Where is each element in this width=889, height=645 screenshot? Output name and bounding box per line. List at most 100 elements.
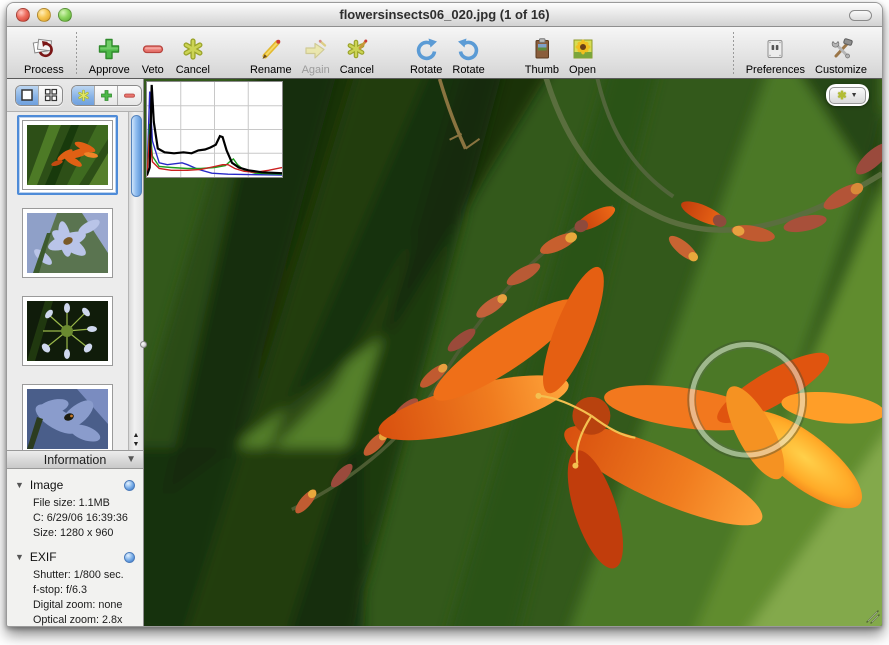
toolbar-button-cancel-edit[interactable]: Cancel (335, 35, 379, 76)
toolbar-label: Preferences (746, 64, 805, 76)
toolbar-button-rotate-cw[interactable]: Rotate (405, 35, 447, 76)
zoom-button[interactable] (58, 8, 72, 22)
traffic-lights (16, 8, 72, 22)
dropdown-button[interactable]: ✱ ▼ (829, 87, 866, 104)
thumbnail-item-1[interactable] (17, 115, 118, 195)
collapse-panel-icon[interactable]: ▼ (126, 454, 136, 465)
thumbnail-clipboard-icon (529, 35, 555, 63)
image-actions-dropdown[interactable]: ✱ ▼ (826, 84, 869, 106)
toolbar-label: Process (24, 64, 64, 76)
thumbnail-image-crocosmia (27, 125, 108, 185)
info-line: Digital zoom: none (33, 598, 139, 613)
toolbar-label: Rotate (410, 64, 442, 76)
info-orb-icon[interactable] (124, 552, 135, 563)
open-sunflower-icon (570, 35, 596, 63)
preferences-switchplate-icon (762, 35, 788, 63)
image-section-lines: File size: 1.1MB C: 6/29/06 16:39:36 Siz… (7, 494, 143, 547)
thumbnail-scrollbar[interactable]: ▲ ▼ (128, 112, 143, 450)
window-title: flowersinsects06_020.jpg (1 of 16) (7, 7, 882, 22)
main-image-view[interactable]: ✱ ▼ (144, 79, 882, 626)
histogram-chart (147, 82, 282, 177)
cancel-edit-asterisk-pencil-icon (344, 35, 370, 63)
histogram-panel (146, 81, 283, 178)
toolbar-button-customize[interactable]: Customize (810, 35, 872, 76)
thumbnail-item-4[interactable] (17, 379, 118, 450)
info-line: Shutter: 1/800 sec. (33, 568, 139, 583)
scroll-up-arrow-icon[interactable]: ▲ (133, 433, 140, 439)
splitter-handle[interactable] (140, 341, 147, 348)
asterisk-filter-icon (77, 89, 90, 102)
toolbar-label: Cancel (340, 64, 374, 76)
filter-vetoed-button[interactable] (118, 86, 141, 105)
thumbnail-image-agapanthus-bee (27, 213, 108, 273)
chevron-down-icon: ▼ (851, 92, 858, 99)
toolbar-button-rotate-ccw[interactable]: Rotate (447, 35, 489, 76)
information-panel: ▼ Image File size: 1.1MB C: 6/29/06 16:3… (7, 469, 143, 626)
toolbar-label: Again (302, 64, 330, 76)
grid-view-icon (44, 88, 58, 102)
information-header[interactable]: Information ▼ (7, 450, 143, 469)
asterisk-icon: ✱ (837, 89, 846, 102)
toolbar-label: Open (569, 64, 596, 76)
approve-plus-icon (96, 35, 122, 63)
information-header-label: Information (44, 453, 107, 467)
toolbar-label: Approve (89, 64, 130, 76)
toolbar-button-approve[interactable]: Approve (84, 35, 135, 76)
approve-filter-icon (100, 89, 113, 102)
content-area: ▲ ▼ Information ▼ ▼ Image File size: 1.1… (7, 79, 882, 626)
sidebar-view-controls (7, 79, 143, 111)
info-line: Size: 1280 x 960 (33, 526, 139, 541)
filter-all-button[interactable] (72, 86, 95, 105)
image-section-header[interactable]: ▼ Image (7, 475, 143, 494)
toolbar-label: Thumb (525, 64, 559, 76)
title-bar[interactable]: flowersinsects06_020.jpg (1 of 16) (7, 3, 882, 27)
thumbnail-image-agapanthus-fly (27, 389, 108, 449)
toolbar-button-rename[interactable]: Rename (245, 35, 297, 76)
grid-view-button[interactable] (39, 86, 62, 105)
rename-pencil-icon (258, 35, 284, 63)
toolbar-button-process[interactable]: Process (19, 35, 69, 76)
rotate-counterclockwise-icon (455, 35, 482, 63)
single-view-button[interactable] (16, 86, 39, 105)
filter-control (71, 85, 142, 106)
toolbar-button-preferences[interactable]: Preferences (741, 35, 810, 76)
disclosure-triangle-icon[interactable]: ▼ (15, 552, 24, 562)
toolbar-label: Veto (142, 64, 164, 76)
thumbnail-frame (22, 384, 113, 450)
thumbnail-image-bud-starburst (27, 301, 108, 361)
customize-tools-icon (828, 35, 855, 63)
close-button[interactable] (16, 8, 30, 22)
toolbar-button-veto[interactable]: Veto (135, 35, 171, 76)
toolbar-button-thumb[interactable]: Thumb (520, 35, 564, 76)
thumbnail-frame (22, 120, 113, 190)
minimize-button[interactable] (37, 8, 51, 22)
filter-approved-button[interactable] (95, 86, 118, 105)
single-view-icon (20, 88, 34, 102)
scrollbar-thumb[interactable] (131, 115, 142, 197)
sidebar: ▲ ▼ Information ▼ ▼ Image File size: 1.1… (7, 79, 144, 626)
toolbar-button-again[interactable]: Again (297, 35, 335, 76)
again-arrow-icon (302, 35, 329, 63)
toolbar-toggle-button[interactable] (849, 10, 872, 21)
info-line: f-stop: f/6.3 (33, 583, 139, 598)
toolbar-label: Rotate (452, 64, 484, 76)
toolbar-button-cancel[interactable]: Cancel (171, 35, 215, 76)
thumbnail-item-2[interactable] (17, 203, 118, 283)
thumbnail-frame (22, 208, 113, 278)
toolbar: Process Approve Veto (7, 27, 882, 79)
info-orb-icon[interactable] (124, 480, 135, 491)
toolbar-label: Rename (250, 64, 292, 76)
info-line: File size: 1.1MB (33, 496, 139, 511)
toolbar-separator (76, 32, 77, 76)
thumbnail-frame (22, 296, 113, 366)
veto-minus-icon (140, 35, 166, 63)
toolbar-label: Customize (815, 64, 867, 76)
cancel-asterisk-icon (180, 35, 206, 63)
toolbar-button-open[interactable]: Open (564, 35, 601, 76)
section-title: Image (30, 478, 124, 492)
exif-section-header[interactable]: ▼ EXIF (7, 547, 143, 566)
disclosure-triangle-icon[interactable]: ▼ (15, 480, 24, 490)
exif-section-lines: Shutter: 1/800 sec. f-stop: f/6.3 Digita… (7, 566, 143, 626)
thumbnail-item-3[interactable] (17, 291, 118, 371)
scroll-down-arrow-icon[interactable]: ▼ (133, 442, 140, 448)
